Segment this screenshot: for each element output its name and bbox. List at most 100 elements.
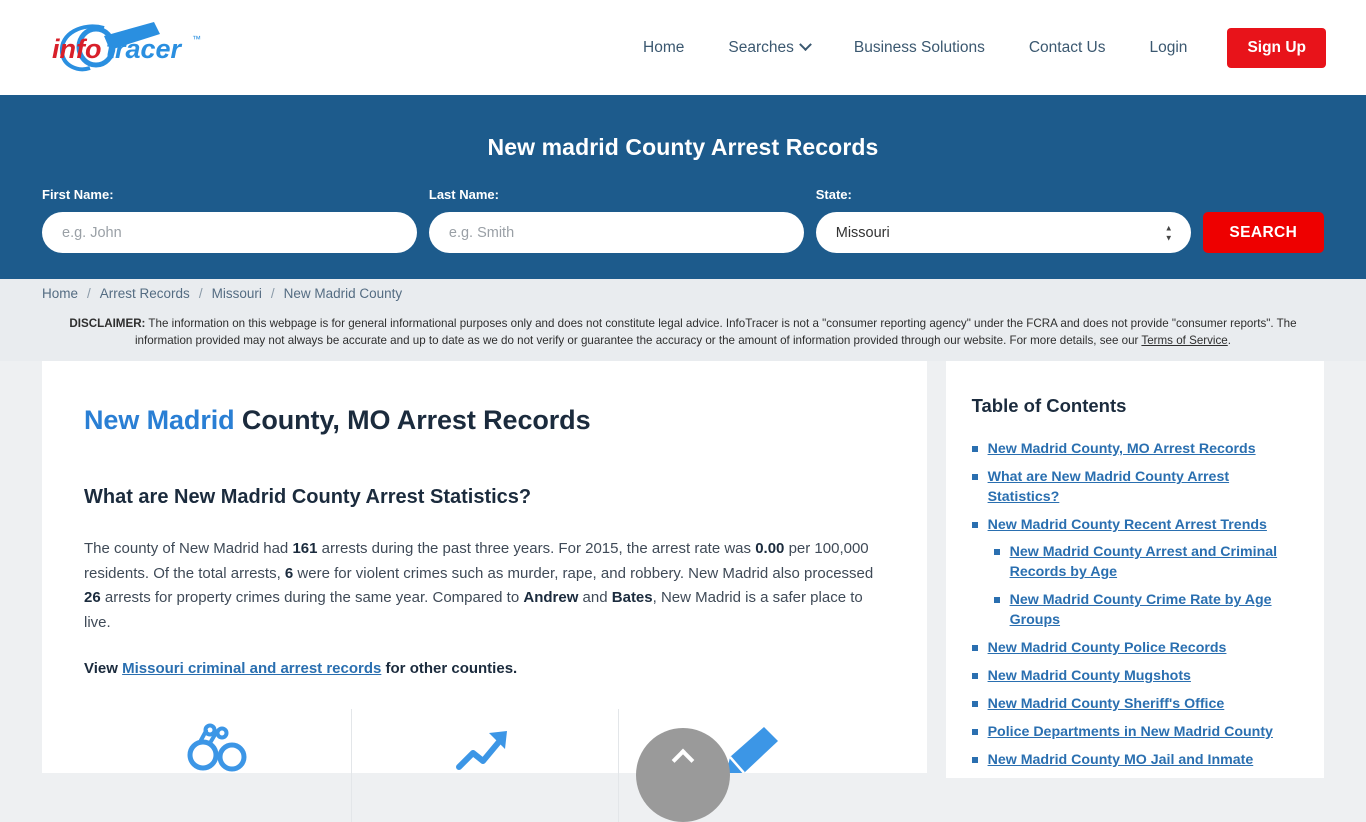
toc-link-jail-and-inmate[interactable]: New Madrid County MO Jail and Inmate — [988, 750, 1254, 770]
text-segment: and — [578, 589, 612, 606]
toc-link-records-by-age[interactable]: New Madrid County Arrest and Criminal Re… — [1010, 542, 1294, 582]
state-select[interactable]: Missouri — [815, 212, 1191, 253]
terms-of-service-link[interactable]: Terms of Service — [1141, 334, 1227, 347]
feature-icon-strip — [84, 709, 885, 822]
feature-cell-arrest-trends — [350, 709, 618, 822]
breadcrumb: Home / Arrest Records / Missouri / New M… — [0, 279, 1366, 307]
text-segment: arrests during the past three years. For… — [317, 540, 756, 557]
svg-text:™: ™ — [192, 34, 201, 44]
nav-label: Contact Us — [1028, 38, 1106, 56]
last-name-input[interactable] — [428, 212, 804, 253]
breadcrumb-separator: / — [198, 285, 203, 301]
view-prefix: View — [84, 660, 123, 677]
text-segment: arrests for property crimes during the s… — [100, 589, 524, 606]
list-item: New Madrid County Mugshots — [971, 666, 1294, 686]
main-content-card: New Madrid County, MO Arrest Records Wha… — [42, 361, 927, 822]
breadcrumb-item-home[interactable]: Home — [42, 286, 78, 301]
list-item: New Madrid County Arrest and Criminal Re… — [993, 542, 1294, 582]
nav-label: Business Solutions — [853, 38, 985, 56]
bullet-icon — [971, 729, 978, 735]
toc-link-crime-rate-by-age[interactable]: New Madrid County Crime Rate by Age Grou… — [1010, 590, 1294, 630]
sign-up-button[interactable]: Sign Up — [1227, 27, 1326, 68]
bullet-icon — [971, 645, 978, 651]
first-name-input[interactable] — [42, 212, 417, 253]
table-of-contents-card: Table of Contents New Madrid County, MO … — [945, 361, 1324, 778]
state-field-group: State: Missouri ▲ ▼ — [815, 187, 1191, 253]
state-label: State: — [815, 187, 852, 202]
chevron-down-icon — [798, 38, 812, 52]
nav-item-login[interactable]: Login — [1128, 39, 1210, 57]
list-item: New Madrid County Recent Arrest Trends N… — [971, 515, 1294, 630]
nav-label: Home — [643, 38, 685, 56]
nav-label: Login — [1149, 38, 1188, 56]
toc-link-mugshots[interactable]: New Madrid County Mugshots — [988, 666, 1191, 686]
bullet-icon — [971, 474, 978, 480]
statistics-paragraph: The county of New Madrid had 161 arrests… — [84, 537, 885, 635]
banner-title: New madrid County Arrest Records — [487, 134, 879, 160]
toc-link-sheriffs-office[interactable]: New Madrid County Sheriff's Office — [988, 694, 1225, 714]
view-other-counties-line: View Missouri criminal and arrest record… — [84, 660, 885, 677]
list-item: New Madrid County MO Jail and Inmate — [971, 750, 1294, 770]
breadcrumb-item-current: New Madrid County — [283, 285, 403, 301]
toc-link-recent-arrest-trends[interactable]: New Madrid County Recent Arrest Trends — [988, 515, 1267, 535]
first-name-label: First Name: — [42, 187, 114, 202]
list-item: New Madrid County Police Records — [971, 638, 1294, 658]
nav-item-contact-us[interactable]: Contact Us — [1007, 39, 1128, 57]
list-item: Police Departments in New Madrid County — [971, 722, 1294, 742]
main-navigation: Home Searches Business Solutions Contact… — [621, 27, 1326, 68]
page-title: New Madrid County, MO Arrest Records — [84, 405, 885, 436]
list-item: New Madrid County Sheriff's Office — [971, 694, 1294, 714]
disclaimer-label: DISCLAIMER: — [69, 317, 146, 330]
bullet-icon — [971, 522, 978, 528]
stat-total-arrests: 161 — [292, 540, 318, 557]
breadcrumb-item-missouri[interactable]: Missouri — [212, 286, 262, 301]
nav-item-searches[interactable]: Searches — [706, 38, 831, 57]
page-body: New Madrid County, MO Arrest Records Wha… — [0, 361, 1366, 822]
toc-link-police-departments[interactable]: Police Departments in New Madrid County — [988, 722, 1273, 742]
breadcrumb-separator: / — [270, 285, 275, 301]
breadcrumb-separator: / — [87, 285, 91, 301]
text-segment: were for violent crimes such as murder, … — [293, 564, 874, 582]
bullet-icon — [993, 597, 1000, 603]
list-item: New Madrid County Crime Rate by Age Grou… — [993, 590, 1294, 630]
nav-item-home[interactable]: Home — [621, 39, 706, 57]
page-title-rest: County, MO Arrest Records — [234, 405, 591, 435]
pen-icon — [726, 727, 779, 773]
toc-list: New Madrid County, MO Arrest Records Wha… — [971, 439, 1294, 770]
list-item: What are New Madrid County Arrest Statis… — [971, 467, 1294, 507]
disclaimer-text: The information on this webpage is for g… — [134, 317, 1297, 347]
toc-link-police-records[interactable]: New Madrid County Police Records — [988, 638, 1227, 658]
bullet-icon — [971, 757, 978, 763]
bullet-icon — [971, 673, 978, 679]
toc-title: Table of Contents — [971, 395, 1127, 416]
bullet-icon — [971, 446, 978, 452]
breadcrumb-item-arrest-records[interactable]: Arrest Records — [100, 286, 190, 301]
nav-label: Searches — [728, 38, 794, 56]
search-form: First Name: Last Name: State: Missouri ▲… — [42, 187, 1324, 253]
missouri-records-link[interactable]: Missouri criminal and arrest records — [122, 660, 381, 677]
scroll-to-top-button[interactable] — [636, 728, 730, 822]
svg-text:tracer: tracer — [106, 34, 183, 64]
feature-cell-arrest-records — [84, 709, 351, 773]
bullet-icon — [993, 549, 1000, 555]
last-name-field-group: Last Name: — [428, 187, 804, 253]
search-button[interactable]: SEARCH — [1202, 212, 1324, 253]
handcuffs-icon — [187, 723, 247, 772]
toc-link-arrest-statistics[interactable]: What are New Madrid County Arrest Statis… — [988, 467, 1294, 507]
bullet-icon — [971, 701, 978, 707]
disclaimer: DISCLAIMER: The information on this webp… — [0, 307, 1366, 361]
site-header: info tracer ™ Home Searches Business Sol… — [0, 0, 1366, 95]
list-item: New Madrid County, MO Arrest Records — [971, 439, 1294, 459]
toc-sublist: New Madrid County Arrest and Criminal Re… — [972, 542, 1294, 630]
infotracer-logo[interactable]: info tracer ™ — [42, 20, 222, 76]
last-name-label: Last Name: — [428, 187, 499, 202]
stat-arrest-rate: 0.00 — [755, 540, 785, 557]
disclaimer-text-end: . — [1227, 334, 1231, 347]
toc-link-arrest-records[interactable]: New Madrid County, MO Arrest Records — [988, 439, 1256, 459]
svg-text:info: info — [52, 34, 101, 64]
first-name-field-group: First Name: — [42, 187, 417, 253]
search-banner: New madrid County Arrest Records First N… — [0, 95, 1366, 279]
nav-item-business-solutions[interactable]: Business Solutions — [832, 39, 1007, 57]
trend-arrow-icon — [456, 731, 508, 770]
stat-property-crimes: 26 — [84, 589, 101, 606]
